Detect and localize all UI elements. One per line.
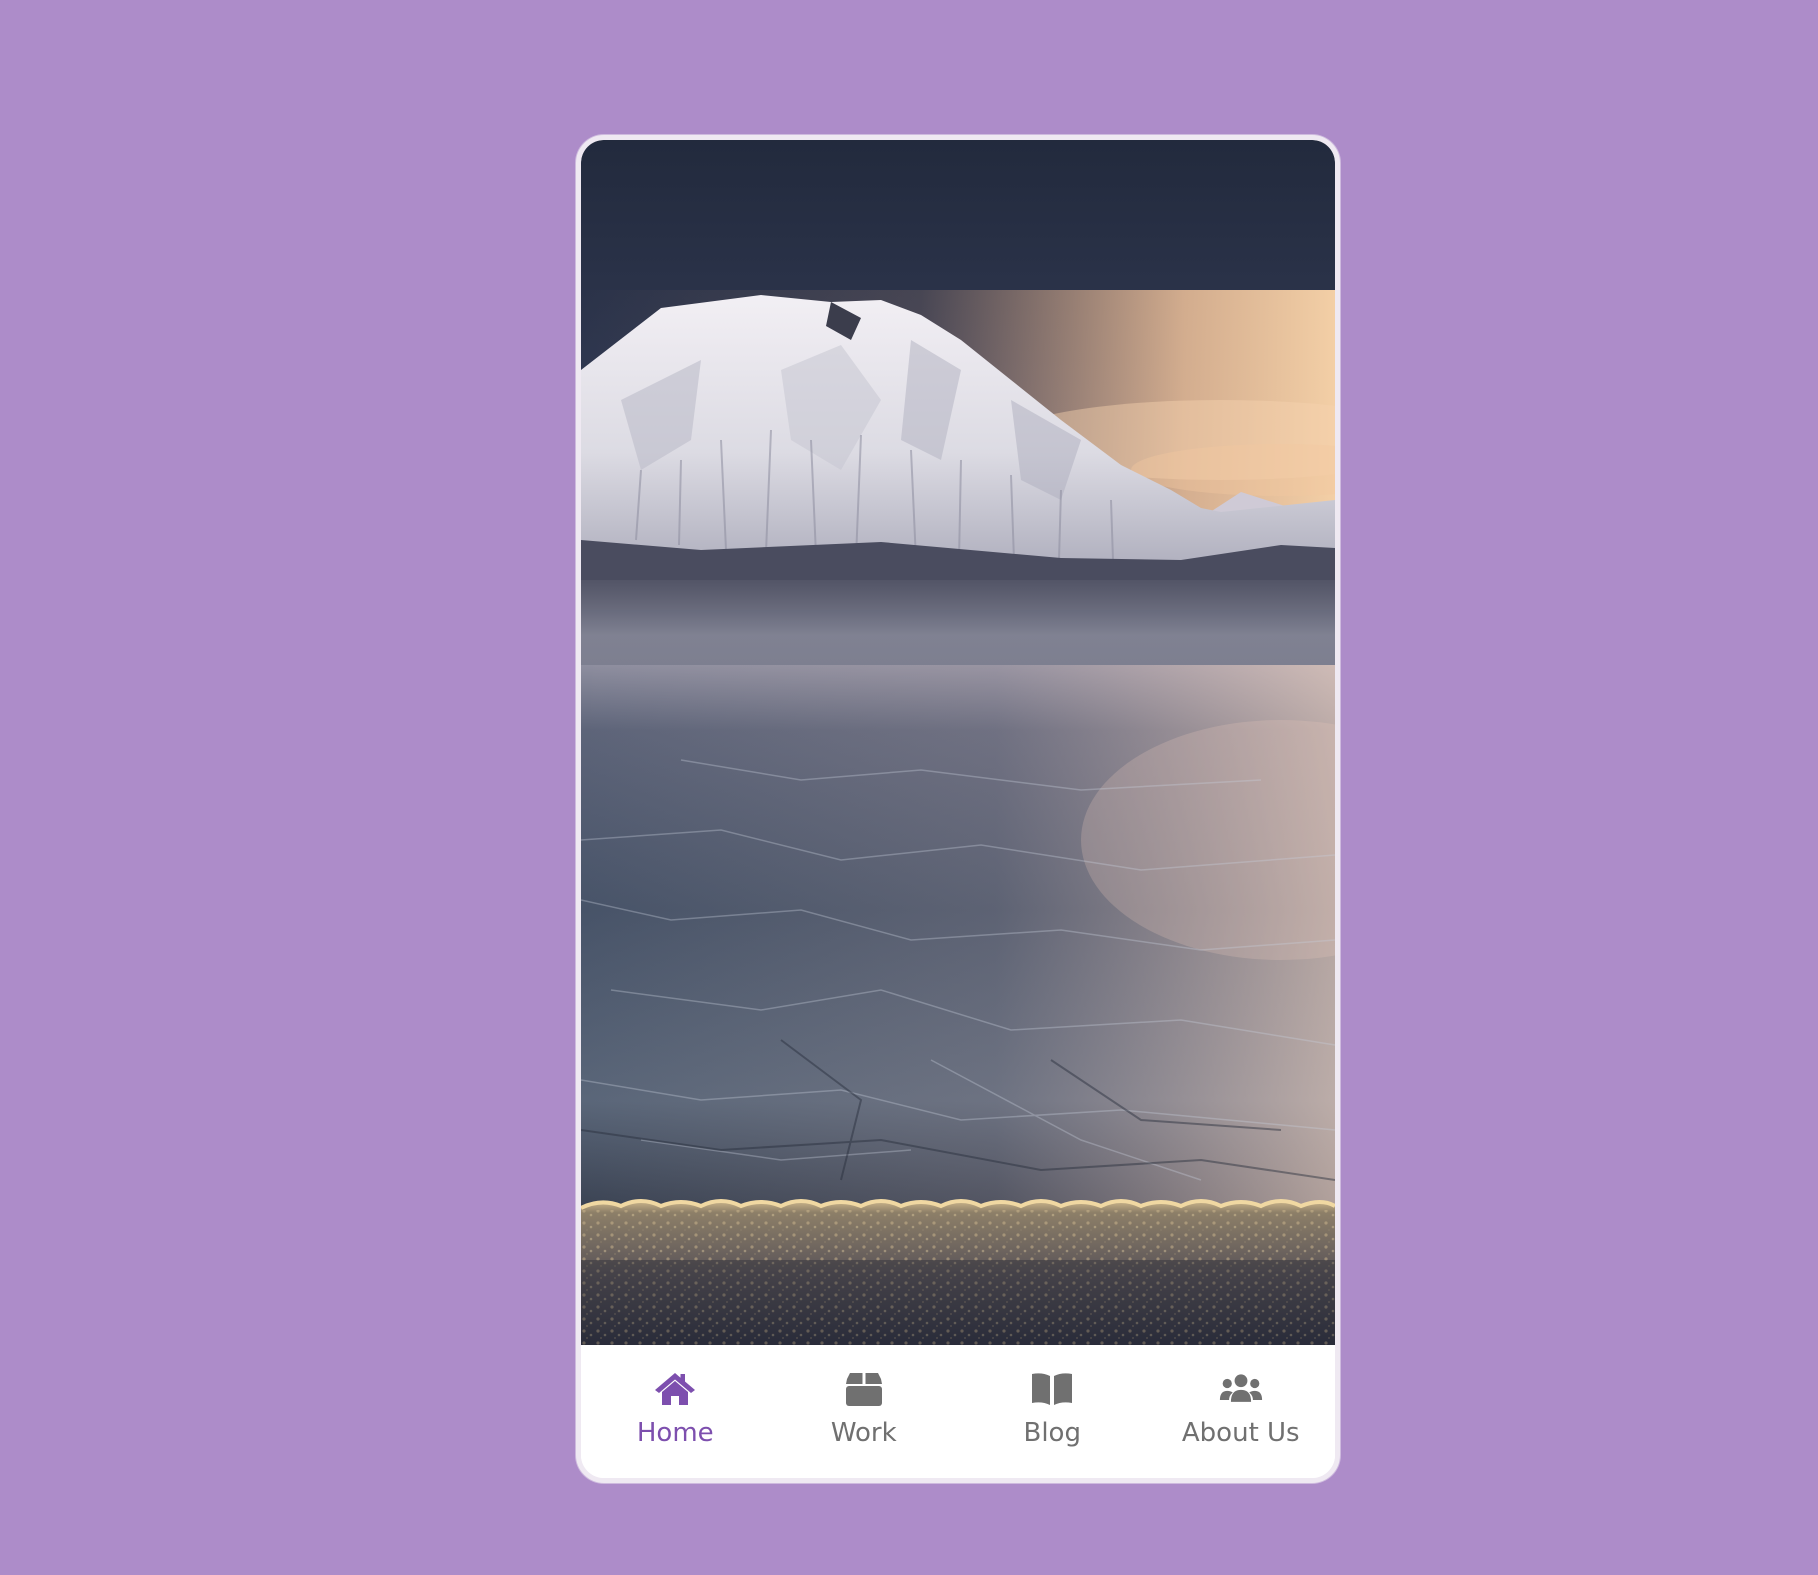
nav-item-about-us[interactable]: About Us (1147, 1345, 1336, 1478)
nav-label-about-us: About Us (1181, 1418, 1300, 1448)
open-book-icon (1030, 1369, 1074, 1409)
nav-label-home: Home (636, 1418, 714, 1448)
box-icon (842, 1369, 886, 1409)
nav-item-home[interactable]: Home (581, 1345, 770, 1478)
users-icon (1219, 1369, 1263, 1409)
phone-frame: Home Work Blog About Us (576, 135, 1340, 1483)
nav-item-blog[interactable]: Blog (958, 1345, 1147, 1478)
hero-image (581, 140, 1335, 1345)
nav-item-work[interactable]: Work (770, 1345, 959, 1478)
home-icon (653, 1369, 697, 1409)
page-background: Home Work Blog About Us (0, 0, 1818, 1575)
nav-label-work: Work (830, 1418, 897, 1448)
bottom-nav: Home Work Blog About Us (581, 1345, 1335, 1478)
nav-label-blog: Blog (1023, 1418, 1081, 1448)
